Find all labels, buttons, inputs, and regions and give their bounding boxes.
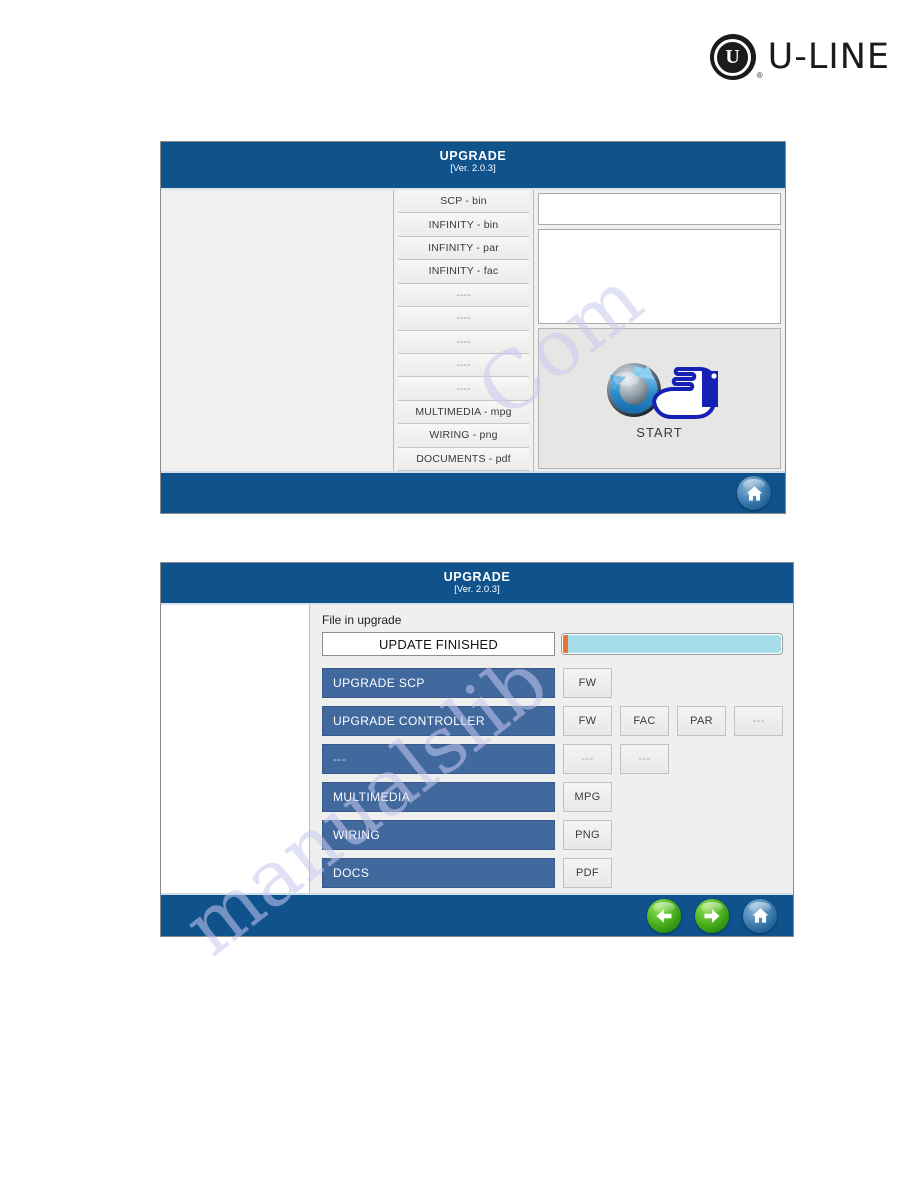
- logo-letter: U: [725, 45, 740, 68]
- row-label-multimedia[interactable]: MULTIMEDIA: [322, 782, 555, 812]
- table-row: WIRING PNG: [322, 820, 783, 850]
- back-button[interactable]: [647, 898, 681, 933]
- progress-fill: [568, 635, 781, 653]
- file-item-scp-bin[interactable]: SCP - bin: [398, 190, 529, 214]
- table-row: DOCS PDF: [322, 858, 783, 888]
- file-list: SCP - bin INFINITY - bin INFINITY - par …: [394, 190, 533, 472]
- file-item-empty-1[interactable]: ----: [398, 283, 529, 308]
- arrow-left-icon: [656, 908, 672, 923]
- file-item-empty-5[interactable]: ----: [398, 377, 529, 401]
- tag-controller-empty[interactable]: ---: [734, 706, 783, 736]
- home-icon: [746, 485, 762, 501]
- file-item-wiring-png[interactable]: WIRING - png: [398, 424, 529, 448]
- tag-multimedia-mpg[interactable]: MPG: [563, 782, 612, 812]
- panel1-title: UPGRADE: [439, 149, 507, 163]
- start-button[interactable]: START: [538, 328, 781, 469]
- table-row: MULTIMEDIA MPG: [322, 782, 783, 812]
- tag-empty-2[interactable]: ---: [620, 744, 669, 774]
- file-item-empty-3[interactable]: ----: [398, 330, 529, 354]
- panel1-footer: [161, 471, 785, 513]
- panel1-right-column: START: [533, 190, 785, 471]
- table-row: UPGRADE SCP FW: [322, 668, 783, 698]
- file-item-infinity-par[interactable]: INFINITY - par: [398, 236, 529, 261]
- row-label-wiring[interactable]: WIRING: [322, 820, 555, 850]
- table-row: --- --- ---: [322, 744, 783, 774]
- brand-logo: U ® U-LINE: [709, 34, 890, 80]
- panel2-main-area: File in upgrade UPDATE FINISHED UPGRADE …: [310, 605, 793, 893]
- file-item-multimedia-mpg[interactable]: MULTIMEDIA - mpg: [398, 400, 529, 425]
- start-icon-group: [600, 357, 720, 423]
- file-item-infinity-bin[interactable]: INFINITY - bin: [398, 213, 529, 237]
- panel2-header: UPGRADE [Ver. 2.0.3]: [161, 563, 793, 605]
- panel1-version: [Ver. 2.0.3]: [450, 163, 496, 175]
- home-button[interactable]: [743, 898, 777, 933]
- upgrade-rows: UPGRADE SCP FW UPGRADE CONTROLLER FW FAC…: [322, 668, 783, 888]
- arrow-right-icon: [704, 908, 720, 923]
- registered-mark-icon: ®: [756, 71, 763, 80]
- brand-name: U-LINE: [767, 37, 890, 77]
- tag-docs-pdf[interactable]: PDF: [563, 858, 612, 888]
- tag-empty-1[interactable]: ---: [563, 744, 612, 774]
- row-label-upgrade-scp[interactable]: UPGRADE SCP: [322, 668, 555, 698]
- u-line-logo-mark: U ®: [709, 34, 763, 80]
- home-icon: [752, 908, 768, 923]
- file-item-documents-pdf[interactable]: DOCUMENTS - pdf: [398, 447, 529, 472]
- file-in-upgrade-label: File in upgrade: [322, 613, 402, 627]
- file-item-empty-4[interactable]: ----: [398, 353, 529, 378]
- forward-button[interactable]: [695, 898, 729, 933]
- pointing-hand-icon: [651, 367, 718, 419]
- tag-controller-fac[interactable]: FAC: [620, 706, 669, 736]
- selected-file-display: [538, 193, 781, 225]
- file-item-empty-2[interactable]: ----: [398, 307, 529, 331]
- tag-controller-fw[interactable]: FW: [563, 706, 612, 736]
- file-item-infinity-fac[interactable]: INFINITY - fac: [398, 260, 529, 284]
- row-label-docs[interactable]: DOCS: [322, 858, 555, 888]
- panel2-footer: [161, 893, 793, 936]
- panel2-version: [Ver. 2.0.3]: [454, 584, 500, 596]
- update-status-field: UPDATE FINISHED: [322, 632, 555, 656]
- panel1-left-blank-area: [161, 190, 394, 471]
- upgrade-progress-bar: [561, 633, 783, 655]
- status-row: UPDATE FINISHED: [322, 632, 783, 656]
- panel1-header: UPGRADE [Ver. 2.0.3]: [161, 142, 785, 190]
- row-label-upgrade-controller[interactable]: UPGRADE CONTROLLER: [322, 706, 555, 736]
- panel2-left-blank-area: [161, 605, 310, 893]
- start-label: START: [636, 425, 683, 440]
- table-row: UPGRADE CONTROLLER FW FAC PAR ---: [322, 706, 783, 736]
- home-button[interactable]: [737, 476, 771, 510]
- file-details-display: [538, 229, 781, 324]
- upgrade-file-select-panel: UPGRADE [Ver. 2.0.3] SCP - bin INFINITY …: [160, 141, 786, 514]
- upgrade-progress-panel: UPGRADE [Ver. 2.0.3] File in upgrade UPD…: [160, 562, 794, 937]
- tag-wiring-png[interactable]: PNG: [563, 820, 612, 850]
- panel2-title: UPGRADE: [443, 570, 511, 584]
- row-label-empty[interactable]: ---: [322, 744, 555, 774]
- tag-controller-par[interactable]: PAR: [677, 706, 726, 736]
- tag-scp-fw[interactable]: FW: [563, 668, 612, 698]
